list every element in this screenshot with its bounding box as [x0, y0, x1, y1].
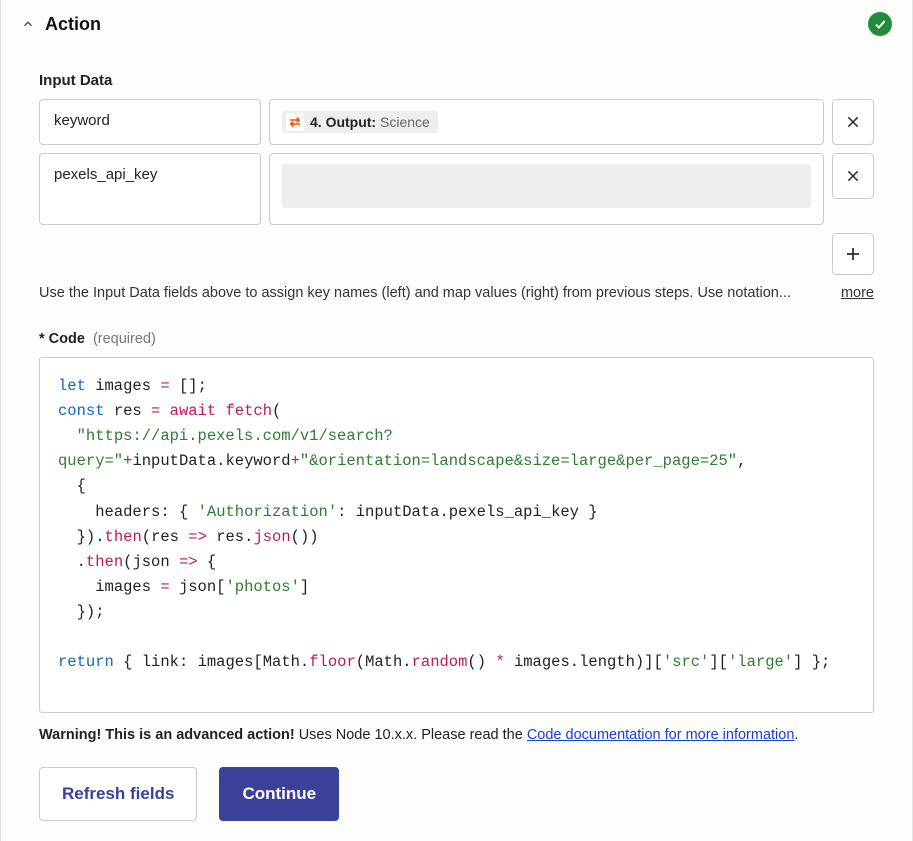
- chip-step: 4. Output:: [310, 114, 376, 130]
- code-label: * Code (required): [39, 331, 874, 347]
- button-row: Refresh fields Continue: [39, 767, 874, 821]
- code-content: let images = []; const res = await fetch…: [58, 374, 855, 675]
- code-label-prefix: * Code: [39, 331, 85, 347]
- input-key-field[interactable]: keyword: [39, 99, 261, 145]
- masked-value: [282, 164, 811, 208]
- more-link[interactable]: more: [841, 285, 874, 301]
- input-data-row: keyword ⇄ 4. Output: Science: [39, 99, 874, 145]
- input-key-text: keyword: [54, 112, 110, 129]
- warning-body: Uses Node 10.x.x. Please read the: [295, 727, 527, 743]
- input-value-field[interactable]: [269, 153, 824, 225]
- add-row-button[interactable]: [832, 233, 874, 275]
- section-header[interactable]: Action: [1, 0, 912, 44]
- action-panel: Action Input Data keyword ⇄ 4. Output: S…: [0, 0, 913, 841]
- chevron-up-icon: [21, 17, 35, 31]
- helper-row: Use the Input Data fields above to assig…: [39, 285, 874, 301]
- input-data-label: Input Data: [39, 72, 874, 89]
- input-value-field[interactable]: ⇄ 4. Output: Science: [269, 99, 824, 145]
- action-content: Input Data keyword ⇄ 4. Output: Science: [1, 44, 912, 831]
- add-row-container: [39, 233, 874, 275]
- status-success-icon: [868, 12, 892, 36]
- delete-row-button[interactable]: [832, 153, 874, 199]
- input-key-field[interactable]: pexels_api_key: [39, 153, 261, 225]
- input-key-text: pexels_api_key: [54, 166, 157, 183]
- code-label-suffix: (required): [93, 331, 156, 347]
- code-docs-link[interactable]: Code documentation for more information: [527, 727, 795, 743]
- code-editor[interactable]: let images = []; const res = await fetch…: [39, 357, 874, 713]
- warning-tail: .: [794, 727, 798, 743]
- delete-row-button[interactable]: [832, 99, 874, 145]
- warning-text: Warning! This is an advanced action! Use…: [39, 727, 874, 743]
- warning-bold: Warning! This is an advanced action!: [39, 727, 295, 743]
- input-data-row: pexels_api_key: [39, 153, 874, 225]
- value-chip[interactable]: ⇄ 4. Output: Science: [282, 111, 438, 133]
- zapier-icon: ⇄: [286, 113, 304, 131]
- section-title: Action: [45, 14, 868, 35]
- refresh-fields-button[interactable]: Refresh fields: [39, 767, 197, 821]
- helper-text: Use the Input Data fields above to assig…: [39, 285, 821, 301]
- continue-button[interactable]: Continue: [219, 767, 339, 821]
